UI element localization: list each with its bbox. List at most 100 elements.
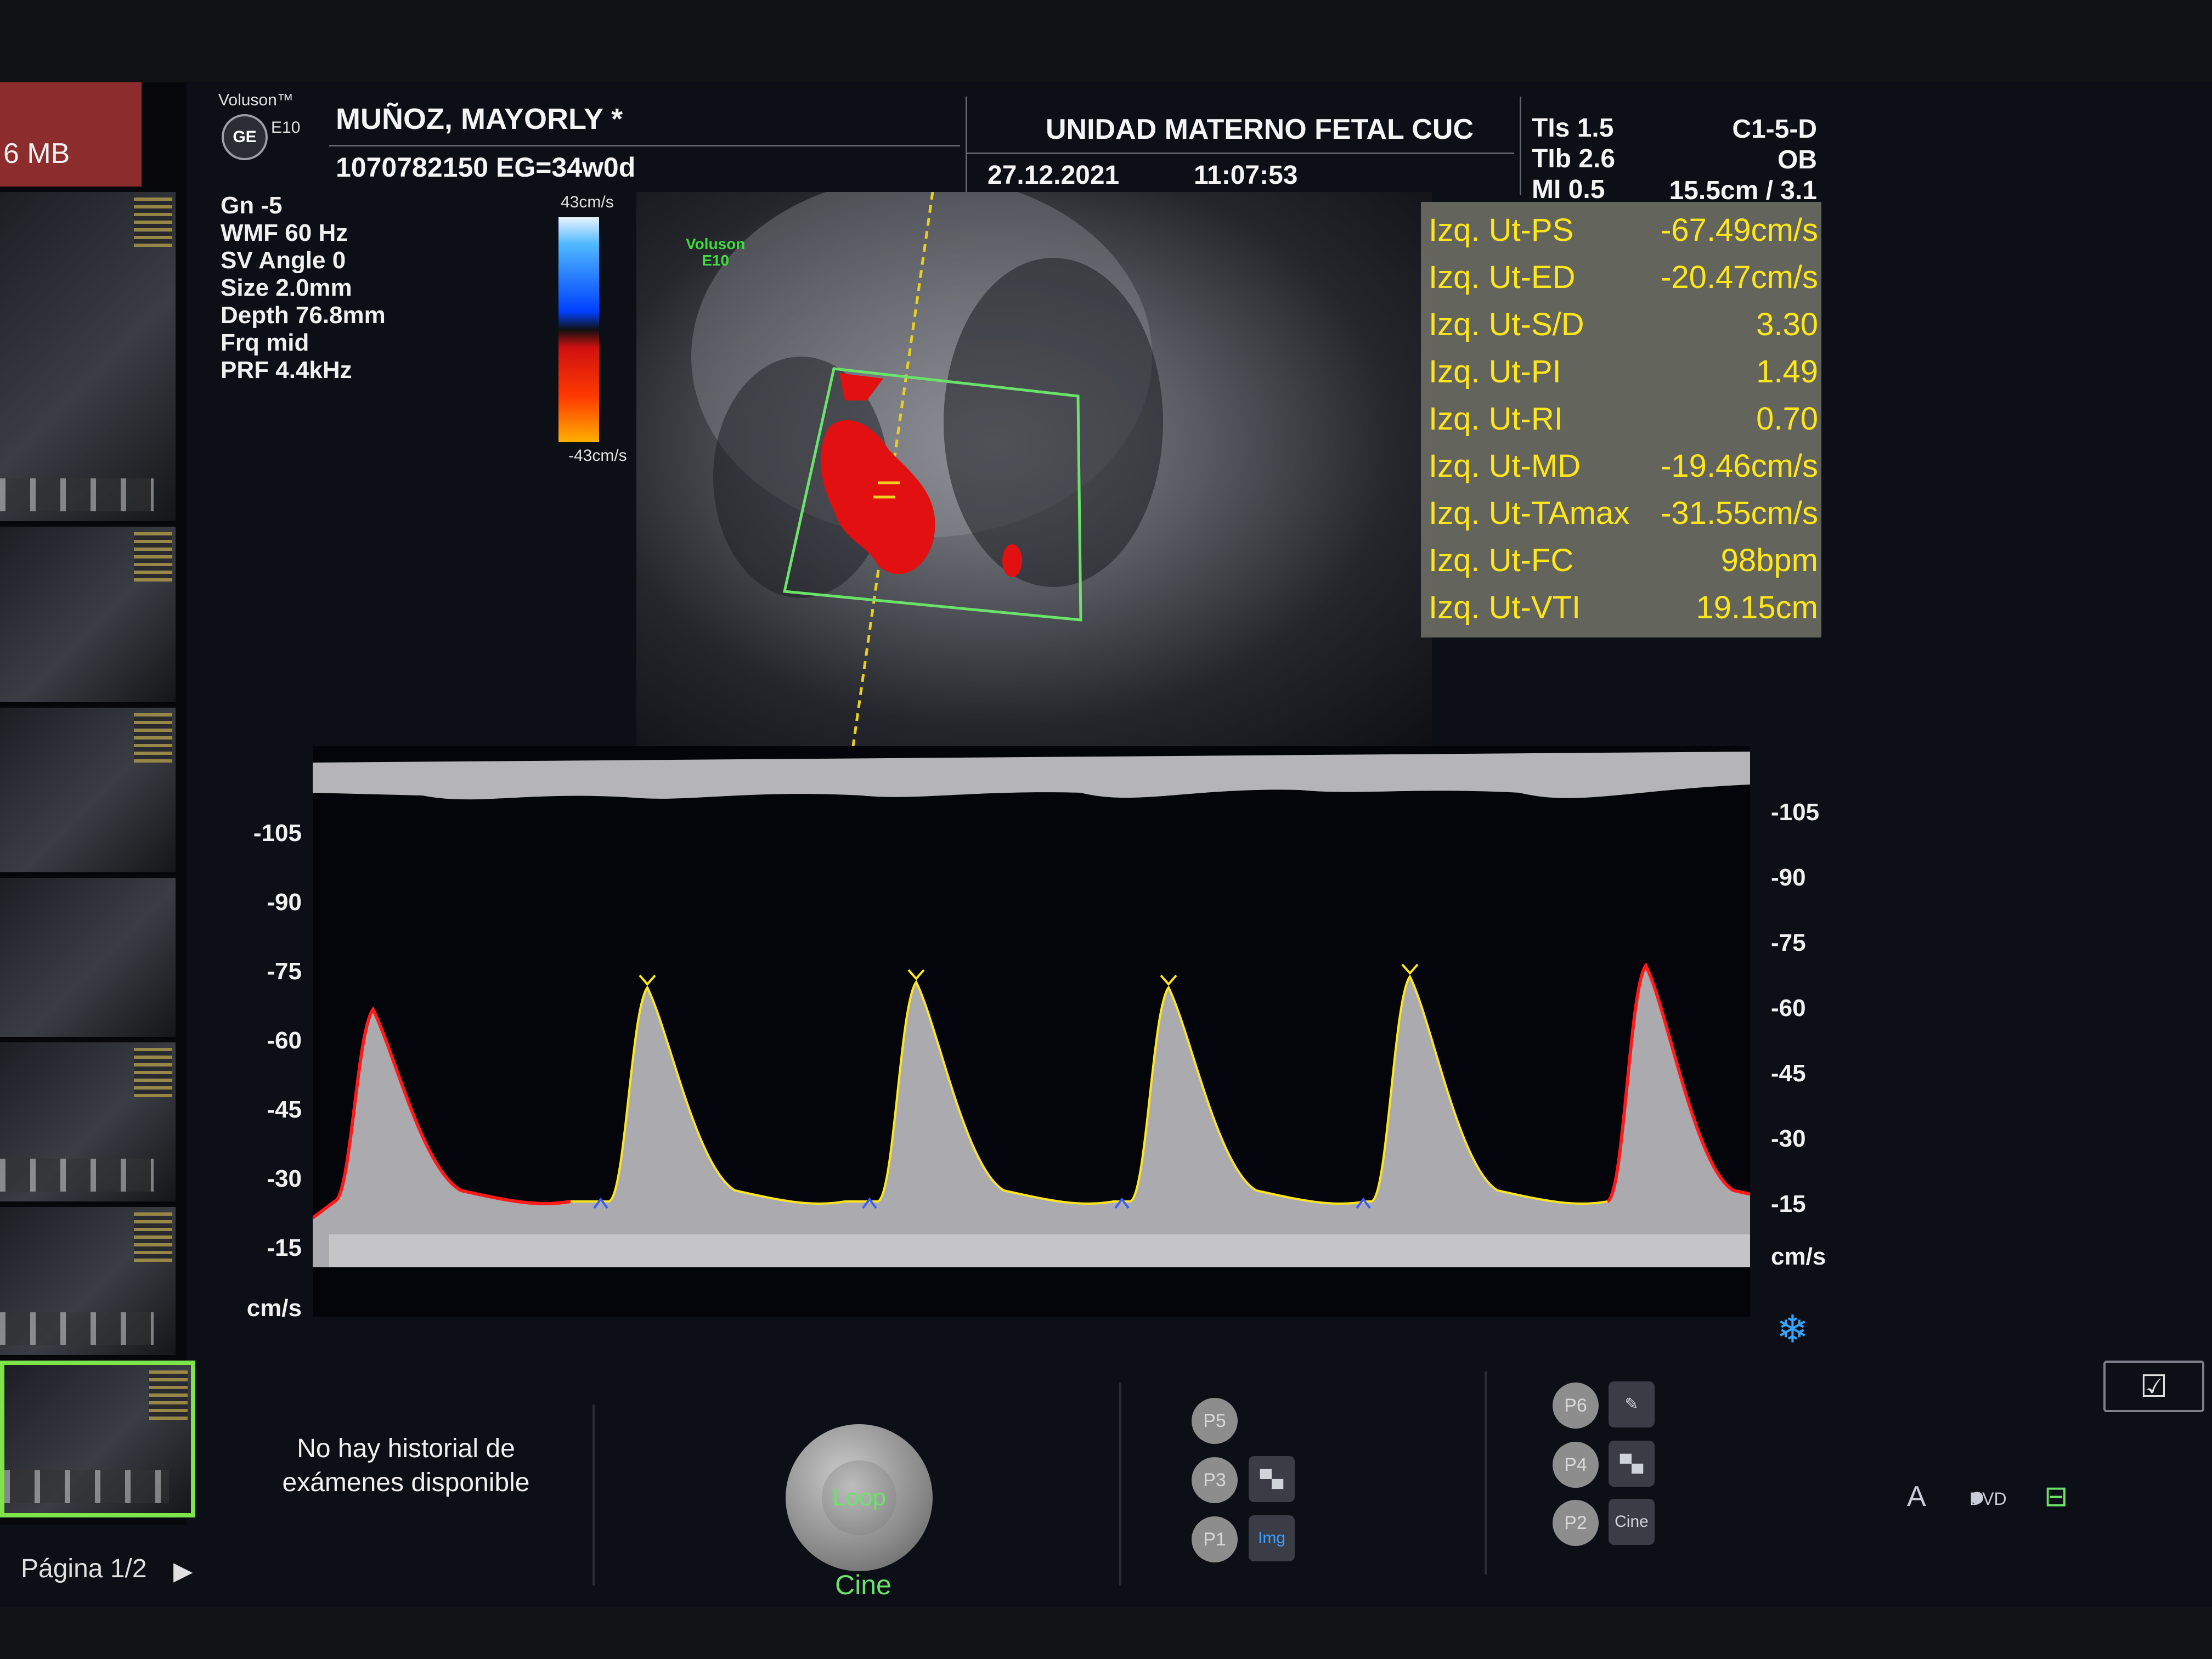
measurement-label: Izq. Ut-VTI <box>1429 590 1581 625</box>
velocity-tick-left: -15 <box>267 1234 302 1261</box>
model-label: E10 <box>271 119 301 137</box>
velocity-tick-right: -15 <box>1771 1190 1806 1217</box>
monitor-bezel-top <box>0 0 2212 82</box>
image-logo-line1: Voluson <box>686 235 746 252</box>
doppler-baseline-band <box>329 1234 1750 1267</box>
no-history-message: No hay historial de exámenes disponible <box>282 1434 530 1497</box>
measurement-value: 19.15cm <box>1696 590 1818 625</box>
param-sv-angle: SV Angle 0 <box>221 247 346 274</box>
image-logo-line2: E10 <box>702 252 730 269</box>
measurement-label: Izq. Ut-PS <box>1429 212 1574 248</box>
cine-store-button[interactable]: Cine <box>1609 1499 1655 1545</box>
storage-label: 6 MB <box>3 138 70 170</box>
param-frequency: Frq mid <box>221 329 309 356</box>
measurement-row: Izq. Ut-S/D 3.30 <box>1429 302 1818 349</box>
velocity-tick-right: -60 <box>1771 995 1806 1022</box>
preset-p6-button[interactable]: P6 <box>1553 1383 1599 1429</box>
institution-name: UNIDAD MATERNO FETAL CUC <box>1046 114 1474 145</box>
bmode-image <box>636 192 1432 752</box>
measurement-row: Izq. Ut-RI 0.70 <box>1429 396 1818 443</box>
measurement-value: -31.55cm/s <box>1661 495 1818 531</box>
measurement-value: -19.46cm/s <box>1661 448 1818 484</box>
measurement-label: Izq. Ut-MD <box>1429 448 1581 484</box>
preset-p3-button[interactable]: P3 <box>1192 1457 1238 1503</box>
thumbnail-1[interactable] <box>0 192 176 523</box>
measurement-label: Izq. Ut-RI <box>1429 401 1563 437</box>
measurement-value: 3.30 <box>1756 307 1818 342</box>
patient-name: MUÑOZ, MAYORLY * <box>336 103 623 136</box>
measurement-value: -20.47cm/s <box>1661 259 1818 295</box>
dvd-label: DVD <box>1970 1489 2007 1509</box>
color-scale-max: 43cm/s <box>561 193 614 211</box>
measurement-value: -67.49cm/s <box>1661 212 1818 248</box>
print-icon[interactable]: ▀▄ <box>1609 1441 1655 1487</box>
brand-name: Voluson™ <box>218 91 294 109</box>
application-preset: OB <box>1778 145 1817 174</box>
measurement-label: Izq. Ut-FC <box>1429 543 1574 578</box>
network-icon[interactable]: ⊟ <box>2044 1480 2068 1513</box>
velocity-tick-right: -90 <box>1771 864 1806 891</box>
cine-label: Cine <box>835 1570 891 1600</box>
exam-time: 11:07:53 <box>1194 161 1298 190</box>
depth-readout: 15.5cm / 3.1 <box>1669 176 1817 205</box>
param-depth: Depth 76.8mm <box>221 302 386 329</box>
measurement-row: Izq. Ut-VTI 19.15cm <box>1429 585 1818 632</box>
preset-p5-button[interactable]: P5 <box>1192 1398 1238 1444</box>
preset-p1-button[interactable]: P1 <box>1192 1516 1238 1562</box>
measurement-row: Izq. Ut-MD -19.46cm/s <box>1429 443 1818 490</box>
velocity-tick-right: -30 <box>1771 1125 1806 1152</box>
velocity-tick-right: -75 <box>1771 929 1806 956</box>
acquisition-parameters: Gn -5 WMF 60 Hz SV Angle 0 Size 2.0mm De… <box>221 192 386 384</box>
checkbox-icon[interactable]: ☑ <box>2103 1361 2204 1412</box>
measurement-row: Izq. Ut-PI 1.49 <box>1429 349 1818 396</box>
thermal-index-soft: TIs 1.5 <box>1532 114 1614 143</box>
color-velocity-scale <box>558 217 599 442</box>
measurement-value: 1.49 <box>1756 354 1818 390</box>
thermal-index-bone: TIb 2.6 <box>1532 144 1616 173</box>
panel-divider <box>1485 1372 1487 1575</box>
pencil-icon[interactable]: ✎ <box>1609 1381 1655 1427</box>
page-indicator: Página 1/2 <box>21 1554 147 1583</box>
print-icon[interactable]: ▀▄ <box>1249 1456 1295 1502</box>
thumbnail-5[interactable] <box>0 1042 176 1204</box>
velocity-tick-left: -30 <box>267 1165 302 1192</box>
thumbnail-6[interactable] <box>0 1207 176 1357</box>
loop-knob-label[interactable]: Loop <box>822 1460 896 1535</box>
ge-logo: GE <box>222 114 268 160</box>
param-gain: Gn -5 <box>221 192 283 219</box>
probe-name: C1-5-D <box>1732 115 1817 144</box>
measurement-value: 0.70 <box>1756 401 1818 437</box>
velocity-tick-right: -45 <box>1771 1060 1806 1087</box>
measurement-label: Izq. Ut-TAmax <box>1429 495 1630 531</box>
measurement-row: Izq. Ut-PS -67.49cm/s <box>1429 207 1818 255</box>
velocity-tick-left: -75 <box>267 958 302 985</box>
measurement-label: Izq. Ut-PI <box>1429 354 1561 390</box>
color-scale-min: -43cm/s <box>568 447 627 465</box>
measurement-row: Izq. Ut-TAmax -31.55cm/s <box>1429 490 1818 538</box>
img-button[interactable]: Img <box>1249 1515 1295 1561</box>
thumbnail-2[interactable] <box>0 527 176 704</box>
measurement-label: Izq. Ut-S/D <box>1429 307 1584 342</box>
annotation-a-button[interactable]: A <box>1907 1480 1926 1513</box>
measurement-row: Izq. Ut-FC 98bpm <box>1429 538 1818 585</box>
preset-p4-button[interactable]: P4 <box>1553 1442 1599 1488</box>
thumbnail-3[interactable] <box>0 708 176 874</box>
velocity-tick-left: -45 <box>267 1096 302 1123</box>
header-divider <box>329 145 960 146</box>
preset-p2-button[interactable]: P2 <box>1553 1500 1599 1546</box>
velocity-tick-right: -105 <box>1771 799 1820 826</box>
param-wall-filter: WMF 60 Hz <box>221 219 348 246</box>
thumbnail-4[interactable] <box>0 878 176 1039</box>
spectral-doppler-display <box>312 746 1844 1317</box>
thumbnail-selected[interactable] <box>0 1361 195 1517</box>
axis-unit-right: cm/s <box>1771 1243 1826 1270</box>
measurement-row: Izq. Ut-ED -20.47cm/s <box>1429 255 1818 302</box>
param-prf: PRF 4.4kHz <box>221 357 352 383</box>
panel-divider <box>592 1404 595 1585</box>
snowflake-icon[interactable]: ❄ <box>1776 1307 1809 1352</box>
triangle-right-icon[interactable]: ▶ <box>173 1556 193 1585</box>
velocity-tick-left: -105 <box>253 820 302 847</box>
exam-date: 27.12.2021 <box>988 161 1120 190</box>
monitor-bezel-bottom <box>0 1607 2212 1659</box>
axis-unit-left: cm/s <box>246 1295 302 1322</box>
